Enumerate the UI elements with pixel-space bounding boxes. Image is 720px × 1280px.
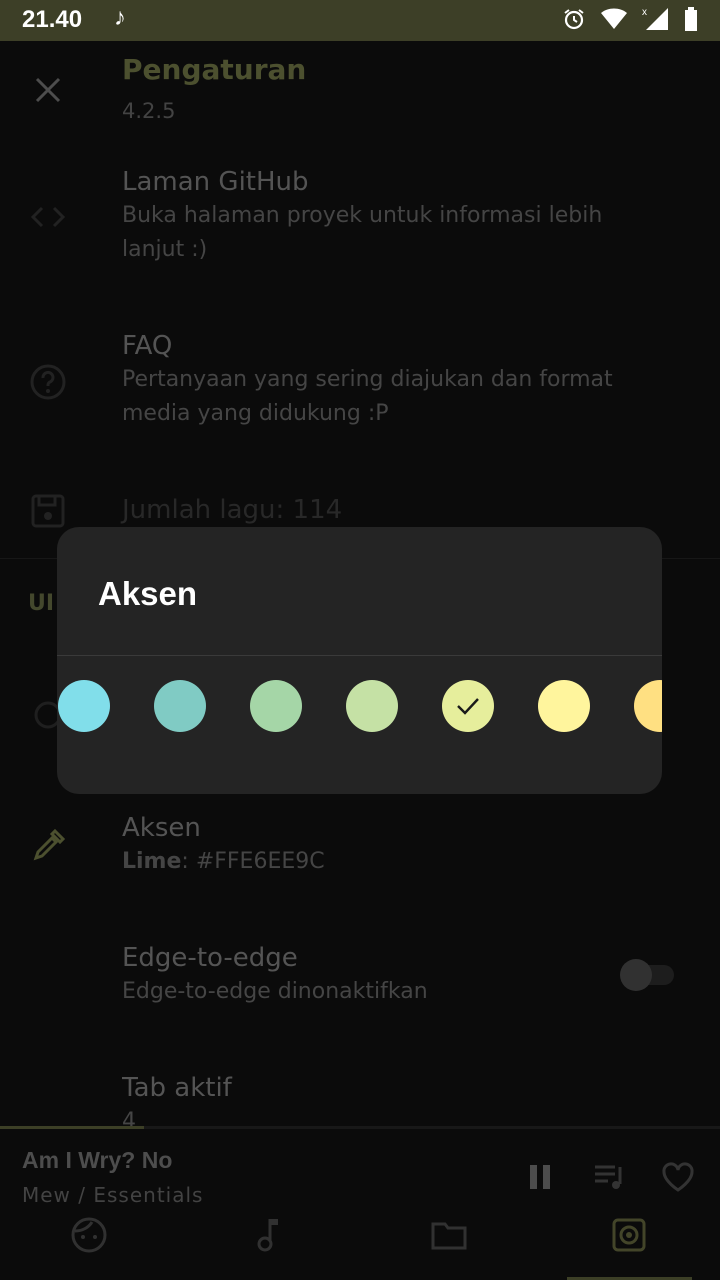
status-bar: 21.40 ♪ x (0, 0, 720, 41)
color-swatch[interactable] (250, 680, 302, 732)
color-swatch[interactable] (442, 680, 494, 732)
dialog-title: Aksen (98, 575, 198, 612)
alarm-icon (564, 9, 584, 30)
status-time: 21.40 (22, 6, 83, 33)
color-swatch[interactable] (346, 680, 398, 732)
signal-icon: x (642, 7, 668, 30)
music-note-icon: ♪ (114, 4, 126, 31)
dialog-divider (57, 655, 662, 656)
color-swatch[interactable] (538, 680, 590, 732)
color-swatch[interactable] (154, 680, 206, 732)
accent-dialog: Aksen (57, 527, 662, 794)
color-swatch[interactable] (634, 680, 662, 732)
checkmark-icon (457, 698, 479, 715)
color-swatch[interactable] (58, 680, 110, 732)
status-icons: x (562, 6, 698, 32)
wifi-icon (601, 8, 627, 29)
battery-icon (685, 7, 697, 31)
svg-text:x: x (642, 7, 647, 18)
